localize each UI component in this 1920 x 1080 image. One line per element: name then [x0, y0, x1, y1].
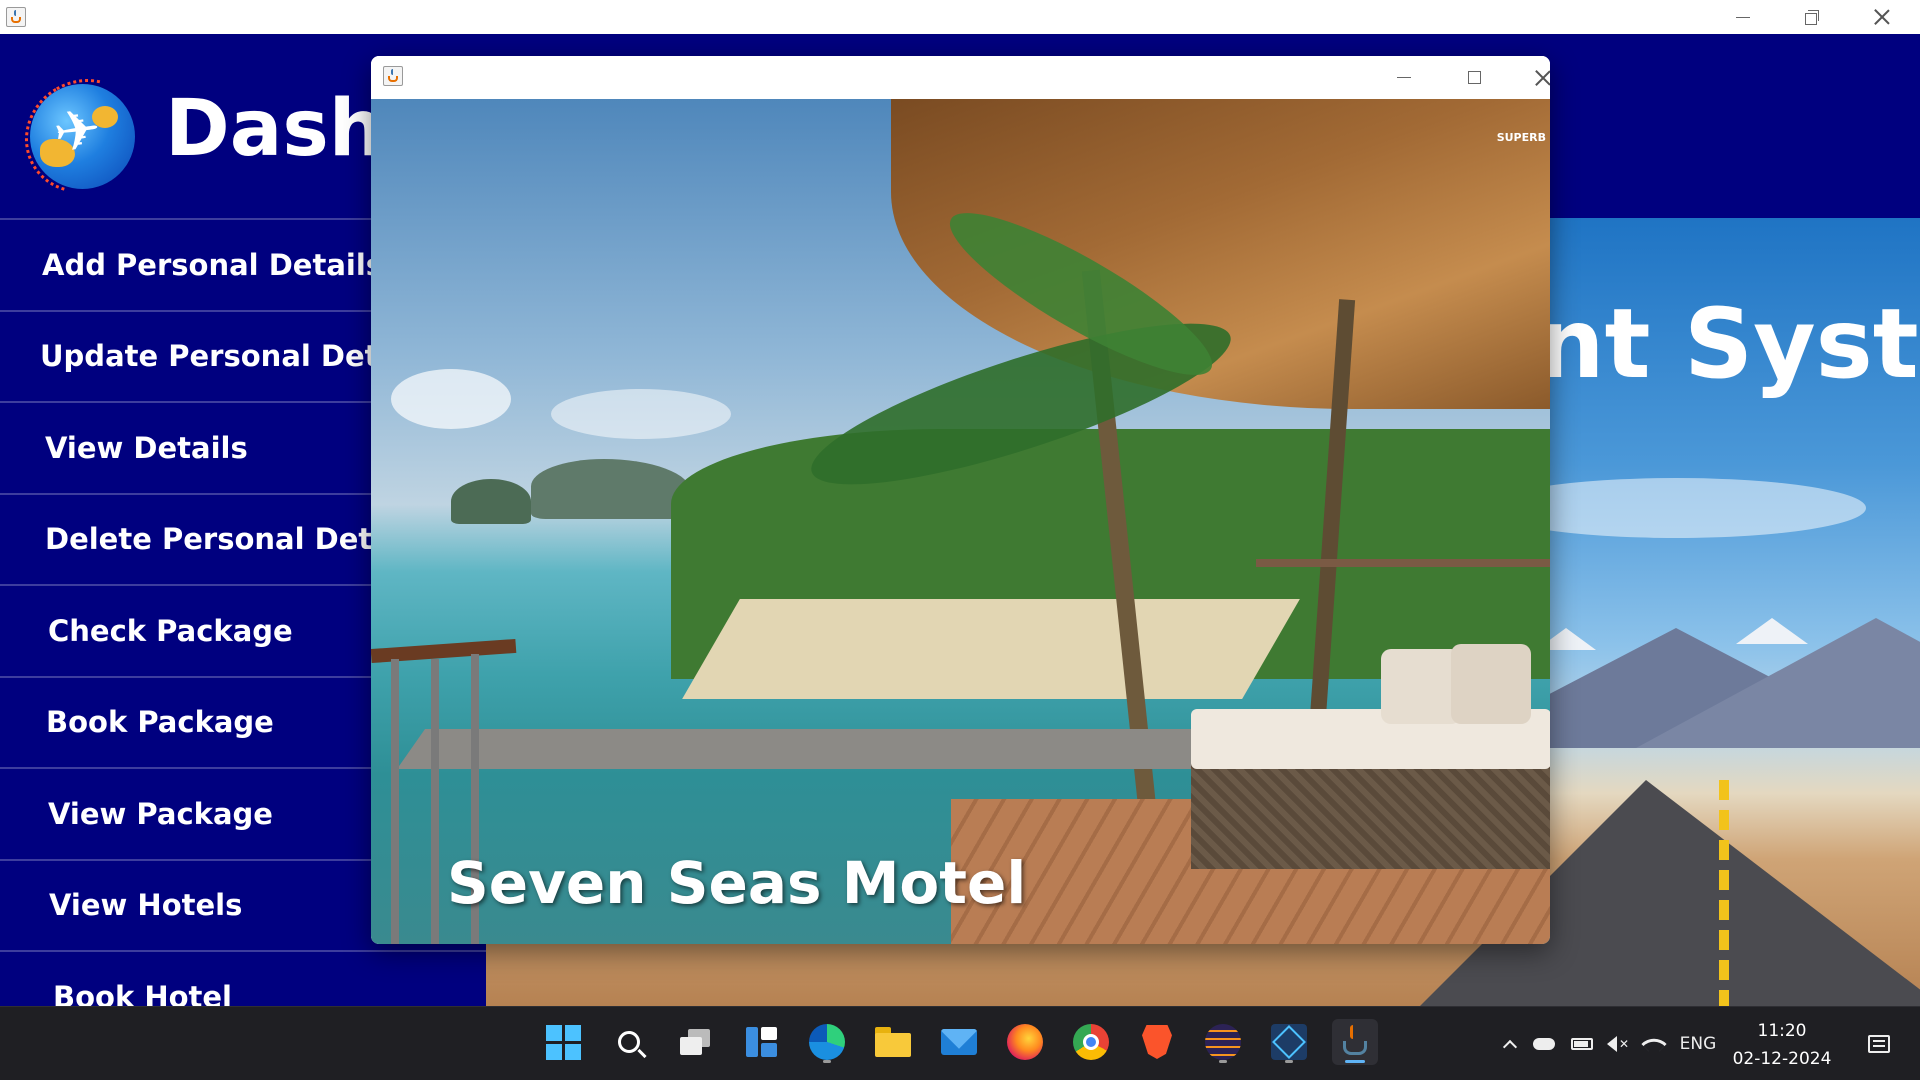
- search-icon[interactable]: [606, 1019, 652, 1065]
- widgets-icon[interactable]: [738, 1019, 784, 1065]
- eclipse-icon[interactable]: [1200, 1019, 1246, 1065]
- app-icon[interactable]: [1266, 1019, 1312, 1065]
- taskbar: ✕ ENG 11:20 02-12-2024: [0, 1006, 1920, 1080]
- notification-center-icon[interactable]: [1856, 1007, 1902, 1080]
- file-explorer-icon[interactable]: [870, 1019, 916, 1065]
- clock-time[interactable]: 11:20: [1728, 1021, 1836, 1041]
- java-app-icon: [6, 7, 26, 27]
- battery-icon[interactable]: [1566, 1007, 1598, 1080]
- menu-item-label: Add Personal Details: [42, 247, 384, 282]
- onedrive-cloud-icon[interactable]: [1528, 1007, 1560, 1080]
- minimize-icon: [1397, 77, 1411, 78]
- edge-icon[interactable]: [804, 1019, 850, 1065]
- java-app-icon: [383, 66, 403, 86]
- task-view-icon[interactable]: [672, 1019, 718, 1065]
- language-indicator[interactable]: ENG: [1672, 1007, 1724, 1080]
- maximize-icon: [1467, 71, 1481, 84]
- windows-start-icon[interactable]: [540, 1019, 586, 1065]
- java-icon[interactable]: [1332, 1019, 1378, 1065]
- show-hidden-icons-chevron-icon[interactable]: [1496, 1007, 1524, 1080]
- popup-minimize-button[interactable]: [1374, 56, 1434, 99]
- minimize-button[interactable]: [1713, 0, 1773, 34]
- travel-logo-icon: ✈: [30, 84, 135, 189]
- firefox-icon[interactable]: [1002, 1019, 1048, 1065]
- photo-watermark: SUPERB: [1496, 131, 1546, 144]
- menu-item-label: View Hotels: [49, 888, 243, 923]
- close-icon: [1535, 70, 1550, 86]
- close-button[interactable]: [1852, 0, 1912, 34]
- restore-button[interactable]: [1782, 0, 1842, 34]
- hotel-name-label: Seven Seas Motel: [447, 849, 1027, 917]
- chrome-icon[interactable]: [1068, 1019, 1114, 1065]
- popup-titlebar: [371, 56, 1550, 99]
- brave-icon[interactable]: [1134, 1019, 1180, 1065]
- restore-icon: [1805, 10, 1819, 25]
- mail-icon[interactable]: [936, 1019, 982, 1065]
- menu-item-label: Book Package: [46, 705, 274, 740]
- road-line: [1719, 780, 1729, 1040]
- minimize-icon: [1736, 16, 1750, 18]
- menu-item-label: Check Package: [48, 613, 293, 648]
- clock-date[interactable]: 02-12-2024: [1728, 1049, 1836, 1069]
- hotel-popup-window: SUPERB Seven Seas Motel: [371, 56, 1550, 944]
- network-icon[interactable]: [1638, 1007, 1670, 1080]
- menu-item-label: View Details: [45, 430, 248, 465]
- hotel-photo: SUPERB Seven Seas Motel: [371, 99, 1550, 944]
- popup-maximize-button[interactable]: [1444, 56, 1504, 99]
- menu-item-label: View Package: [48, 796, 273, 831]
- close-icon: [1874, 9, 1890, 25]
- popup-close-button[interactable]: [1513, 56, 1550, 99]
- main-window-titlebar: [0, 0, 1920, 34]
- volume-muted-icon[interactable]: ✕: [1602, 1007, 1634, 1080]
